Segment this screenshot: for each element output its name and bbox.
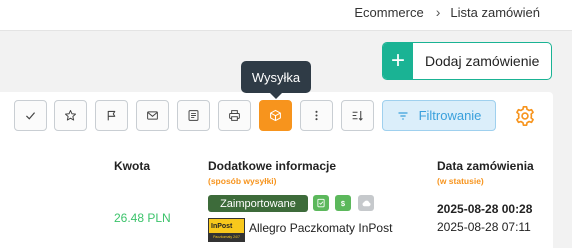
- shipping-button[interactable]: [259, 100, 292, 131]
- filter-button[interactable]: Filtrowanie: [382, 100, 496, 131]
- more-button[interactable]: [300, 100, 333, 131]
- add-order-label: Dodaj zamówienie: [425, 53, 540, 69]
- document-button[interactable]: [177, 100, 210, 131]
- print-button[interactable]: [218, 100, 251, 131]
- dollar-icon[interactable]: $: [335, 195, 351, 211]
- printer-icon: [229, 110, 240, 121]
- filter-icon: [398, 111, 408, 120]
- plus-icon: +: [383, 43, 413, 79]
- status-badge: Zaimportowane: [208, 195, 308, 212]
- star-icon: [64, 109, 77, 121]
- package-icon: [270, 109, 281, 122]
- shipping-method: Allegro Paczkomaty InPost: [249, 221, 393, 235]
- gear-icon[interactable]: [514, 105, 536, 127]
- invoice-icon[interactable]: [313, 195, 329, 211]
- flag-button[interactable]: [95, 100, 128, 131]
- email-button[interactable]: [136, 100, 169, 131]
- cloud-icon[interactable]: [358, 195, 374, 211]
- inpost-logo: InPost Paczkomaty 24/7: [208, 218, 245, 242]
- shipping-tooltip: Wysyłka: [241, 61, 311, 99]
- inpost-logo-subtext: Paczkomaty 24/7: [209, 233, 244, 241]
- more-vertical-icon: [315, 110, 318, 121]
- add-order-button[interactable]: + Dodaj zamówienie: [382, 42, 552, 80]
- breadcrumb-separator: ›: [435, 4, 441, 20]
- breadcrumb: Ecommerce › Lista zamówień: [354, 4, 540, 20]
- status-date: 2025-08-28 07:11: [437, 220, 531, 234]
- info-column-subheader: (sposób wysyłki): [208, 176, 277, 186]
- check-icon: [26, 112, 36, 120]
- envelope-icon: [147, 111, 158, 120]
- date-column-subheader: (w statusie): [437, 176, 484, 186]
- filter-label: Filtrowanie: [418, 108, 482, 123]
- order-date: 2025-08-28 00:28: [437, 202, 533, 216]
- sort-icon: [352, 111, 363, 121]
- sort-button[interactable]: [341, 100, 374, 131]
- breadcrumb-current: Lista zamówień: [450, 4, 540, 20]
- breadcrumb-ecommerce[interactable]: Ecommerce: [354, 5, 423, 20]
- inpost-logo-text: InPost: [211, 222, 233, 230]
- mark-done-button[interactable]: [14, 100, 47, 131]
- document-icon: [188, 110, 199, 121]
- flag-icon: [107, 110, 116, 121]
- svg-text:$: $: [341, 199, 346, 208]
- date-column-header[interactable]: Data zamówienia: [437, 159, 534, 173]
- order-amount: 26.48 PLN: [114, 211, 171, 225]
- amount-column-header[interactable]: Kwota: [114, 159, 150, 173]
- star-button[interactable]: [54, 100, 87, 131]
- info-column-header[interactable]: Dodatkowe informacje: [208, 159, 336, 173]
- top-bar: Ecommerce › Lista zamówień: [0, 0, 572, 31]
